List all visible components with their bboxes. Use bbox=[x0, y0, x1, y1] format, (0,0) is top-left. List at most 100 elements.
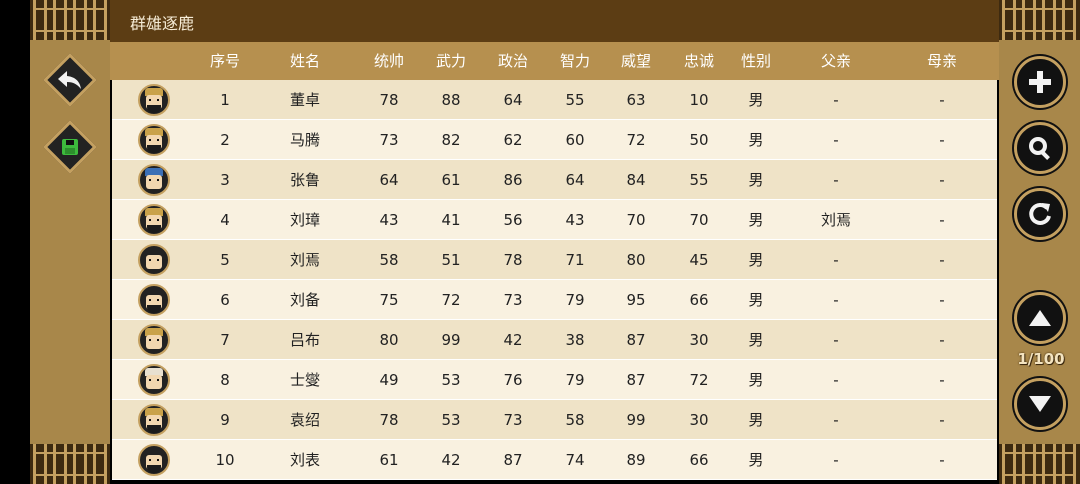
officer-portrait bbox=[138, 284, 170, 316]
cell-politics: 73 bbox=[503, 291, 523, 309]
header-politics[interactable]: 政治 bbox=[498, 42, 528, 80]
officer-portrait bbox=[138, 84, 170, 116]
officer-portrait bbox=[138, 324, 170, 356]
cell-loyalty: 66 bbox=[689, 451, 709, 469]
page-up-button[interactable] bbox=[1014, 292, 1066, 344]
cell-politics: 78 bbox=[503, 251, 523, 269]
cell-intelligence: 64 bbox=[565, 171, 585, 189]
plus-icon bbox=[1029, 71, 1051, 93]
table-row[interactable]: 10 刘表 61 42 87 74 89 66 男 - - bbox=[112, 440, 997, 480]
cell-mother: - bbox=[939, 451, 945, 469]
cell-father: - bbox=[833, 251, 839, 269]
cell-name: 刘焉 bbox=[289, 251, 321, 269]
cell-index: 5 bbox=[220, 251, 230, 269]
cell-intelligence: 55 bbox=[565, 91, 585, 109]
cell-gender: 男 bbox=[748, 411, 764, 429]
cell-prestige: 84 bbox=[626, 171, 646, 189]
cell-gender: 男 bbox=[748, 171, 764, 189]
cell-father: 刘焉 bbox=[820, 211, 852, 229]
cell-mother: - bbox=[939, 331, 945, 349]
back-button[interactable] bbox=[43, 53, 97, 107]
cell-index: 9 bbox=[220, 411, 230, 429]
cell-loyalty: 10 bbox=[689, 91, 709, 109]
table-row[interactable]: 4 刘璋 43 41 56 43 70 70 男 刘焉 - bbox=[112, 200, 997, 240]
header-intelligence[interactable]: 智力 bbox=[560, 42, 590, 80]
header-index[interactable]: 序号 bbox=[210, 42, 240, 80]
cell-politics: 86 bbox=[503, 171, 523, 189]
page-indicator: 1/100 bbox=[1017, 350, 1065, 368]
cell-command: 80 bbox=[379, 331, 399, 349]
cell-politics: 42 bbox=[503, 331, 523, 349]
table-row[interactable]: 3 张鲁 64 61 86 64 84 55 男 - - bbox=[112, 160, 997, 200]
cell-force: 41 bbox=[441, 211, 461, 229]
cell-prestige: 72 bbox=[626, 131, 646, 149]
cell-loyalty: 30 bbox=[689, 411, 709, 429]
cell-gender: 男 bbox=[748, 451, 764, 469]
cell-prestige: 89 bbox=[626, 451, 646, 469]
cell-father: - bbox=[833, 371, 839, 389]
header-mother[interactable]: 母亲 bbox=[927, 42, 957, 80]
cell-mother: - bbox=[939, 211, 945, 229]
officer-portrait bbox=[138, 124, 170, 156]
save-button[interactable] bbox=[43, 120, 97, 174]
cell-index: 3 bbox=[220, 171, 230, 189]
header-prestige[interactable]: 威望 bbox=[621, 42, 651, 80]
cell-mother: - bbox=[939, 411, 945, 429]
cell-politics: 64 bbox=[503, 91, 523, 109]
cell-command: 75 bbox=[379, 291, 399, 309]
cell-name: 张鲁 bbox=[289, 171, 321, 189]
cell-force: 99 bbox=[441, 331, 461, 349]
table-row[interactable]: 7 吕布 80 99 42 38 87 30 男 - - bbox=[112, 320, 997, 360]
cell-force: 53 bbox=[441, 411, 461, 429]
cell-father: - bbox=[833, 331, 839, 349]
header-loyalty[interactable]: 忠诚 bbox=[684, 42, 714, 80]
table-row[interactable]: 8 士燮 49 53 76 79 87 72 男 - - bbox=[112, 360, 997, 400]
cell-loyalty: 50 bbox=[689, 131, 709, 149]
cell-prestige: 87 bbox=[626, 371, 646, 389]
cell-intelligence: 58 bbox=[565, 411, 585, 429]
cell-force: 61 bbox=[441, 171, 461, 189]
cell-mother: - bbox=[939, 371, 945, 389]
table-row[interactable]: 9 袁绍 78 53 73 58 99 30 男 - - bbox=[112, 400, 997, 440]
header-command[interactable]: 统帅 bbox=[374, 42, 404, 80]
search-button[interactable] bbox=[1014, 122, 1066, 174]
page-down-button[interactable] bbox=[1014, 378, 1066, 430]
cell-gender: 男 bbox=[748, 251, 764, 269]
table-row[interactable]: 5 刘焉 58 51 78 71 80 45 男 - - bbox=[112, 240, 997, 280]
table-row[interactable]: 2 马腾 73 82 62 60 72 50 男 - - bbox=[112, 120, 997, 160]
cell-name: 马腾 bbox=[289, 131, 321, 149]
cell-force: 88 bbox=[441, 91, 461, 109]
triangle-down-icon bbox=[1029, 396, 1051, 412]
cell-father: - bbox=[833, 451, 839, 469]
cell-gender: 男 bbox=[748, 131, 764, 149]
table-row[interactable]: 1 董卓 78 88 64 55 63 10 男 - - bbox=[112, 80, 997, 120]
header-force[interactable]: 武力 bbox=[436, 42, 466, 80]
cell-gender: 男 bbox=[748, 211, 764, 229]
add-button[interactable] bbox=[1014, 56, 1066, 108]
header-gender[interactable]: 性别 bbox=[741, 42, 771, 80]
officer-portrait bbox=[138, 364, 170, 396]
cell-intelligence: 79 bbox=[565, 291, 585, 309]
officer-table: 1 董卓 78 88 64 55 63 10 男 - - 2 马腾 73 82 … bbox=[112, 80, 997, 480]
cell-name: 刘璋 bbox=[289, 211, 321, 229]
cell-index: 7 bbox=[220, 331, 230, 349]
cell-politics: 62 bbox=[503, 131, 523, 149]
cell-politics: 73 bbox=[503, 411, 523, 429]
cell-gender: 男 bbox=[748, 291, 764, 309]
triangle-up-icon bbox=[1029, 310, 1051, 326]
header-father[interactable]: 父亲 bbox=[821, 42, 851, 80]
save-icon bbox=[43, 120, 97, 174]
fret-border-bottom bbox=[30, 444, 110, 484]
cell-prestige: 87 bbox=[626, 331, 646, 349]
officer-portrait bbox=[138, 244, 170, 276]
cell-prestige: 99 bbox=[626, 411, 646, 429]
cell-command: 43 bbox=[379, 211, 399, 229]
cell-gender: 男 bbox=[748, 371, 764, 389]
cell-force: 42 bbox=[441, 451, 461, 469]
cell-prestige: 95 bbox=[626, 291, 646, 309]
cell-father: - bbox=[833, 291, 839, 309]
header-name[interactable]: 姓名 bbox=[290, 42, 320, 80]
cell-mother: - bbox=[939, 171, 945, 189]
table-row[interactable]: 6 刘备 75 72 73 79 95 66 男 - - bbox=[112, 280, 997, 320]
refresh-button[interactable] bbox=[1014, 188, 1066, 240]
